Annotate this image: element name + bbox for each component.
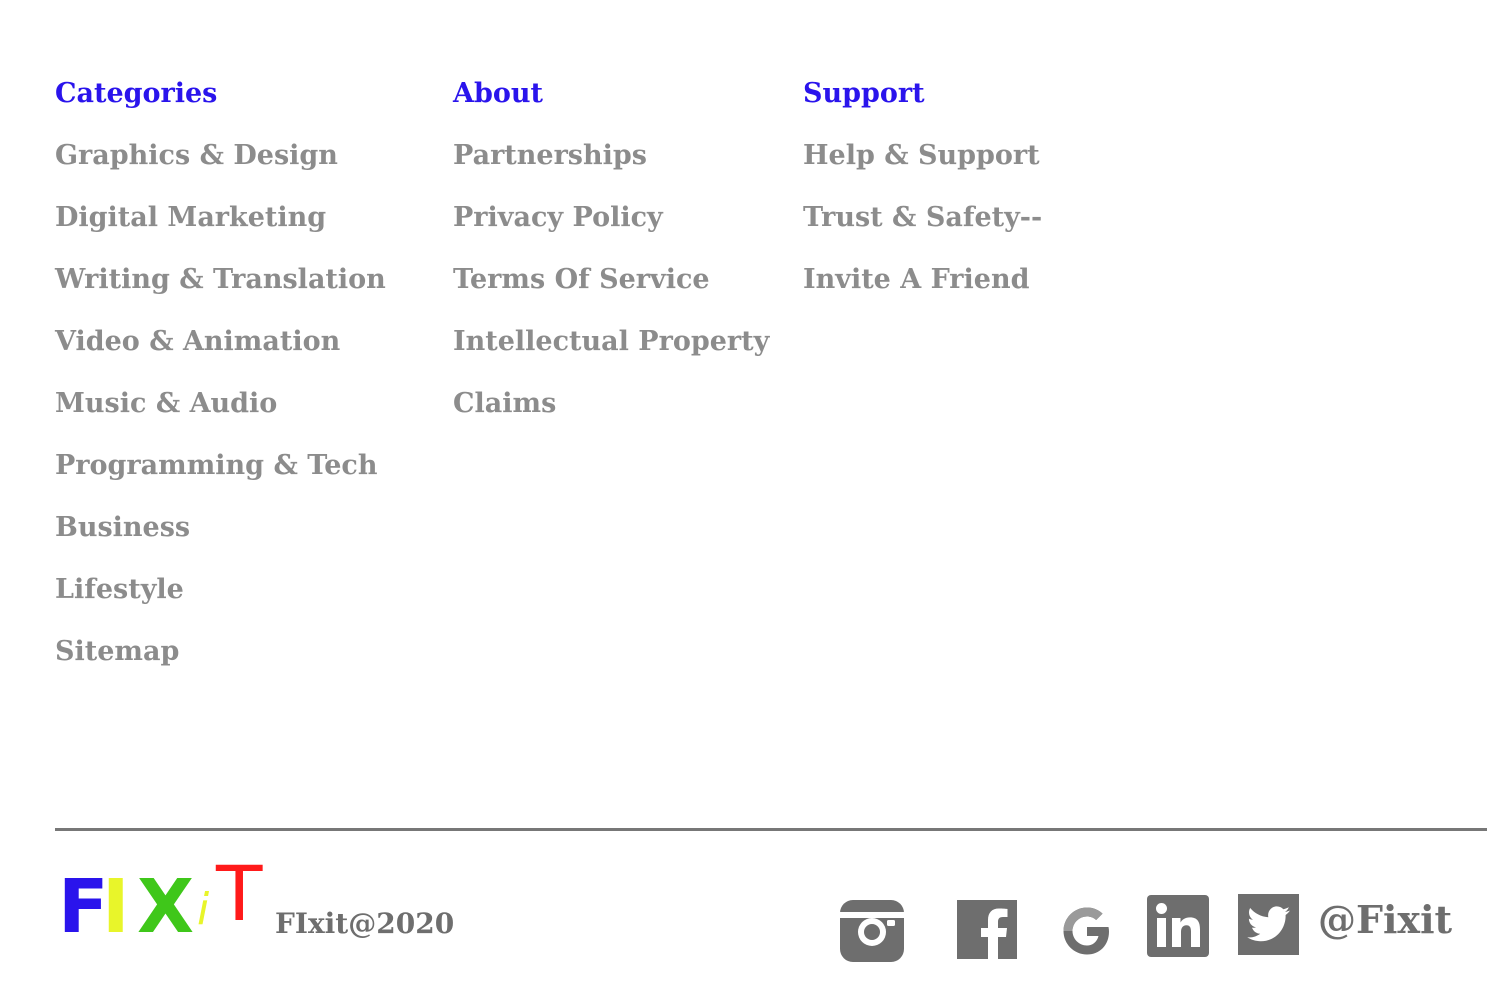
about-heading[interactable]: About xyxy=(453,76,769,112)
linkedin-icon[interactable] xyxy=(1147,895,1209,957)
category-link-lifestyle[interactable]: Lifestyle xyxy=(55,572,386,634)
support-link-help-support[interactable]: Help & Support xyxy=(803,138,1042,200)
about-link-claims[interactable]: Claims xyxy=(453,386,769,448)
logo-letter-f: F xyxy=(58,864,109,950)
google-icon[interactable] xyxy=(1060,904,1114,958)
categories-list: Graphics & Design Digital Marketing Writ… xyxy=(55,138,386,696)
categories-column: Categories Graphics & Design Digital Mar… xyxy=(55,76,386,696)
support-link-invite-friend[interactable]: Invite A Friend xyxy=(803,262,1042,324)
category-link-writing-translation[interactable]: Writing & Translation xyxy=(55,262,386,324)
support-column: Support Help & Support Trust & Safety-- … xyxy=(803,76,1042,324)
about-link-partnerships[interactable]: Partnerships xyxy=(453,138,769,200)
category-link-graphics-design[interactable]: Graphics & Design xyxy=(55,138,386,200)
category-link-digital-marketing[interactable]: Digital Marketing xyxy=(55,200,386,262)
about-link-privacy-policy[interactable]: Privacy Policy xyxy=(453,200,769,262)
about-column: About Partnerships Privacy Policy Terms … xyxy=(453,76,769,448)
fixit-logo[interactable]: F I X i T xyxy=(58,856,273,945)
logo-letter-t: T xyxy=(216,849,263,938)
support-heading[interactable]: Support xyxy=(803,76,1042,112)
support-list: Help & Support Trust & Safety-- Invite A… xyxy=(803,138,1042,324)
copyright-text: FIxit@2020 xyxy=(275,907,455,940)
logo-letter-small-i: i xyxy=(197,884,210,935)
category-link-programming-tech[interactable]: Programming & Tech xyxy=(55,448,386,510)
about-link-intellectual-property[interactable]: Intellectual Property xyxy=(453,324,769,386)
category-link-video-animation[interactable]: Video & Animation xyxy=(55,324,386,386)
logo-letter-i: I xyxy=(102,864,130,950)
footer-divider xyxy=(55,828,1487,831)
logo-letter-x: X xyxy=(137,864,195,950)
categories-heading[interactable]: Categories xyxy=(55,76,386,112)
category-link-business[interactable]: Business xyxy=(55,510,386,572)
social-handle[interactable]: @Fixit xyxy=(1318,898,1452,942)
category-link-music-audio[interactable]: Music & Audio xyxy=(55,386,386,448)
category-link-sitemap[interactable]: Sitemap xyxy=(55,634,386,696)
about-list: Partnerships Privacy Policy Terms Of Ser… xyxy=(453,138,769,448)
instagram-icon[interactable] xyxy=(840,900,904,962)
about-link-terms-of-service[interactable]: Terms Of Service xyxy=(453,262,769,324)
facebook-icon[interactable] xyxy=(957,900,1017,959)
twitter-icon[interactable] xyxy=(1238,894,1299,955)
support-link-trust-safety[interactable]: Trust & Safety-- xyxy=(803,200,1042,262)
